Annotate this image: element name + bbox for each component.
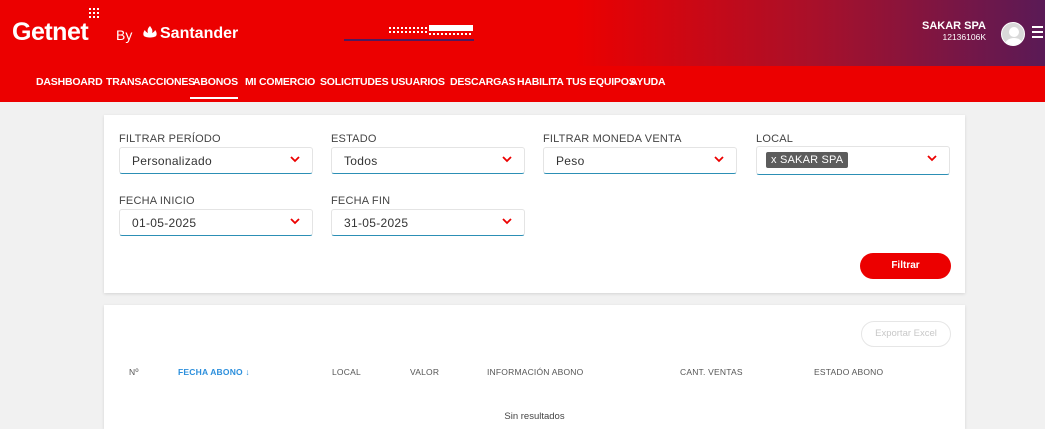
chevron-down-icon [290, 218, 300, 225]
moneda-select[interactable]: Peso [543, 147, 737, 174]
user-rut: 12136106K [942, 32, 987, 42]
estado-label: ESTADO [331, 133, 377, 145]
fecha-inicio-select[interactable]: 01-05-2025 [119, 209, 313, 236]
hamburger-menu-icon[interactable] [1032, 26, 1043, 38]
fecha-fin-value: 31-05-2025 [344, 216, 409, 230]
nav-solicitudes[interactable]: SOLICITUDES [320, 76, 389, 88]
chevron-down-icon [714, 156, 724, 163]
fecha-inicio-value: 01-05-2025 [132, 216, 197, 230]
user-info[interactable]: SAKAR SPA 12136106K [922, 20, 987, 43]
santander-logo: Santander [143, 25, 238, 43]
periodo-value: Personalizado [132, 154, 212, 168]
chevron-down-icon [927, 155, 937, 162]
nav-dashboard[interactable]: DASHBOARD [36, 76, 103, 88]
brand-label: Santander [160, 25, 239, 42]
active-tab-indicator [190, 97, 238, 99]
filter-panel: FILTRAR PERÍODO Personalizado ESTADO Tod… [104, 115, 965, 293]
moneda-value: Peso [556, 154, 585, 168]
local-label: LOCAL [756, 133, 794, 145]
user-name: SAKAR SPA [922, 20, 986, 32]
chevron-down-icon [290, 156, 300, 163]
nav-transacciones[interactable]: TRANSACCIONES [106, 76, 195, 88]
column-header-fecha-abono[interactable]: FECHA ABONO ↓ [178, 367, 250, 377]
flame-icon [143, 26, 157, 38]
fecha-fin-label: FECHA FIN [331, 195, 391, 207]
column-header-valor: VALOR [410, 367, 440, 377]
fecha-inicio-label: FECHA INICIO [119, 195, 195, 207]
main-nav: DASHBOARD TRANSACCIONES ABONOS MI COMERC… [0, 66, 1045, 102]
export-excel-button[interactable]: Exportar Excel [861, 321, 951, 347]
column-header-estado-abono: ESTADO ABONO [814, 367, 884, 377]
nav-abonos[interactable]: ABONOS [193, 76, 238, 88]
chevron-down-icon [502, 218, 512, 225]
periodo-select[interactable]: Personalizado [119, 147, 313, 174]
nav-ayuda[interactable]: AYUDA [630, 76, 666, 88]
getnet-logo[interactable]: Getnet [12, 18, 89, 47]
top-header: Getnet By Santander SAKAR SPA 12136106K [0, 0, 1045, 66]
avatar[interactable] [1001, 22, 1025, 46]
nav-mi-comercio[interactable]: MI COMERCIO [245, 76, 315, 88]
logo-dots-icon [89, 8, 99, 18]
nav-descargas[interactable]: DESCARGAS [450, 76, 515, 88]
nav-habilita-tus-equipos[interactable]: HABILITA TUS EQUIPOS [517, 76, 636, 88]
column-header-numero: Nº [129, 367, 139, 377]
column-header-informacion-abono: INFORMACIÓN ABONO [487, 367, 584, 377]
empty-results-message: Sin resultados [504, 411, 565, 422]
local-chip[interactable]: x SAKAR SPA [766, 152, 849, 168]
nav-usuarios[interactable]: USUARIOS [391, 76, 445, 88]
column-header-local: LOCAL [332, 367, 361, 377]
estado-select[interactable]: Todos [331, 147, 525, 174]
fecha-fin-select[interactable]: 31-05-2025 [331, 209, 525, 236]
moneda-label: FILTRAR MONEDA VENTA [543, 133, 682, 145]
periodo-label: FILTRAR PERÍODO [119, 133, 221, 145]
chevron-down-icon [502, 156, 512, 163]
user-avatar-icon [1005, 27, 1023, 45]
column-header-cant-ventas: CANT. VENTAS [680, 367, 743, 377]
by-label: By [116, 27, 133, 43]
loading-indicator [344, 25, 474, 41]
results-panel: Exportar Excel Nº FECHA ABONO ↓ LOCAL VA… [104, 305, 965, 429]
local-select[interactable]: x SAKAR SPA [756, 146, 950, 175]
estado-value: Todos [344, 154, 378, 168]
filtrar-button[interactable]: Filtrar [860, 253, 951, 279]
